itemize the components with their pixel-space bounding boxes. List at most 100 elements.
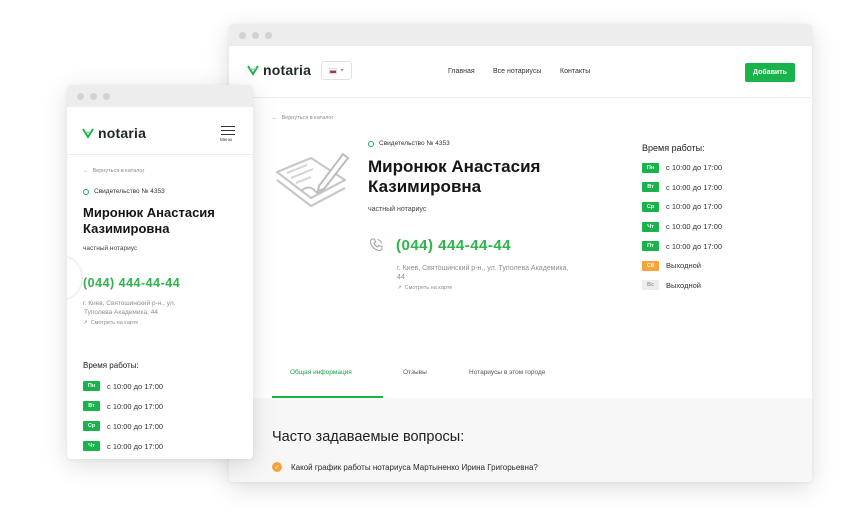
back-to-catalog-link[interactable]: ← Вернуться в каталог: [272, 115, 333, 121]
window-titlebar: [229, 24, 812, 46]
notary-name-line: Миронюк Анастасия: [368, 157, 541, 176]
hours-text: с 10:00 до 17:00: [107, 421, 164, 431]
address-line: г. Киев, Святошинский р-н., ул. Туполева…: [397, 265, 569, 272]
language-switcher[interactable]: ▾: [321, 61, 352, 80]
arrow-left-icon: ←: [272, 115, 278, 121]
notary-name: Миронюк Анастасия Казимировна: [368, 157, 540, 198]
hours-text: с 10:00 до 17:00: [666, 202, 723, 212]
hours-text: с 10:00 до 17:00: [107, 441, 164, 451]
map-link-label: Смотреть на карте: [90, 320, 139, 326]
status-dot-icon: [83, 188, 89, 195]
hours-text: с 10:00 до 17:00: [666, 182, 723, 192]
faq-question: Какой график работы нотариуса Мартыненко…: [291, 462, 538, 472]
tab-reviews[interactable]: Отзывы: [403, 369, 427, 376]
document-sign-icon: [275, 152, 350, 208]
menu-label[interactable]: Меню: [220, 137, 232, 142]
external-link-icon: ↗: [397, 285, 402, 291]
tab-notaries-in-city[interactable]: Нотариусы в этом городе: [469, 369, 545, 376]
certificate-number: Свидетельство № 4353: [368, 140, 450, 147]
hours-text: с 10:00 до 17:00: [107, 401, 164, 411]
window-dot: [265, 31, 272, 39]
external-link-icon: ↗: [83, 320, 88, 326]
window-dot: [252, 31, 259, 39]
day-badge: Сб: [642, 260, 659, 271]
chevron-down-icon: ▾: [340, 68, 344, 74]
day-badge: Ср: [642, 201, 659, 212]
notary-name: Миронюк Анастасия Казимировна: [83, 205, 215, 236]
active-tab-indicator: [272, 396, 383, 398]
day-badge: Вс: [642, 280, 659, 291]
leaf-logo-icon: [247, 64, 259, 76]
logo-text: notaria: [263, 62, 312, 78]
day-badge: Чт: [83, 441, 100, 451]
phone-number[interactable]: (044) 444-44-44: [396, 237, 511, 254]
arrow-left-icon: ←: [83, 168, 89, 174]
window-dot: [90, 92, 97, 100]
view-on-map-link[interactable]: ↗ Смотреть на карте: [397, 285, 452, 291]
notary-name-line: Миронюк Анастасия: [83, 205, 215, 220]
hours-row: Чт с 10:00 до 17:00: [83, 436, 163, 456]
day-badge: Пн: [642, 162, 659, 173]
hours-row: Пт с 10:00 до 17:00: [642, 236, 722, 256]
back-to-catalog-link[interactable]: ← Вернуться в каталог: [83, 168, 144, 174]
back-link-label: Вернуться в каталог: [281, 115, 334, 121]
day-badge: Вт: [642, 182, 659, 193]
address-line: г. Киев, Святошинский р-н., ул.: [83, 300, 176, 307]
site-logo[interactable]: notaria: [82, 125, 146, 141]
hours-row: Ср с 10:00 до 17:00: [642, 197, 722, 217]
faq-item[interactable]: ✓ Какой график работы нотариуса Мартынен…: [272, 462, 538, 472]
site-logo[interactable]: notaria: [247, 62, 311, 78]
day-badge: Ср: [83, 421, 100, 431]
mobile-browser-window: notaria Меню ← Вернуться в каталог Свиде…: [67, 85, 253, 459]
add-button[interactable]: Добавить: [745, 63, 795, 82]
hours-text: с 10:00 до 17:00: [107, 381, 164, 391]
day-badge: Пт: [642, 241, 659, 252]
address-line: Туполева Академика, 44: [84, 309, 158, 317]
hours-row: Вс Выходной: [642, 276, 722, 296]
certificate-label: Свидетельство № 4353: [94, 188, 165, 195]
leaf-logo-icon: [82, 127, 94, 139]
hours-text: с 10:00 до 17:00: [666, 241, 723, 251]
working-hours-title: Время работы:: [642, 143, 705, 153]
hours-row: Сб Выходной: [642, 256, 722, 276]
window-dot: [239, 31, 246, 39]
back-link-label: Вернуться в каталог: [92, 168, 145, 174]
hours-text: с 10:00 до 17:00: [666, 222, 723, 232]
tab-general-info[interactable]: Общая информация: [290, 369, 352, 376]
address: г. Киев, Святошинский р-н., ул. Туполева…: [397, 264, 568, 283]
day-badge: Пн: [83, 381, 100, 391]
window-titlebar: [67, 85, 253, 107]
decorative-arc: [67, 255, 83, 301]
hours-row: Вт с 10:00 до 17:00: [83, 396, 163, 416]
notary-role: частный нотариус: [368, 206, 427, 213]
question-icon: ✓: [272, 462, 282, 472]
phone-number[interactable]: (044) 444-44-44: [83, 276, 180, 290]
notary-name-line: Казимировна: [368, 177, 482, 197]
hours-text: с 10:00 до 17:00: [666, 163, 723, 173]
day-badge: Вт: [83, 401, 100, 411]
address-line: 44: [397, 274, 405, 282]
hours-text: Выходной: [666, 261, 701, 271]
nav-link-contacts[interactable]: Контакты: [560, 68, 590, 75]
certificate-number: Свидетельство № 4353: [83, 188, 165, 195]
nav-link-home[interactable]: Главная: [448, 68, 475, 75]
flag-icon: [329, 67, 338, 74]
notary-name-line: Казимировна: [83, 220, 170, 236]
map-link-label: Смотреть на карте: [404, 285, 453, 291]
window-dot: [77, 92, 84, 100]
mobile-header: notaria Меню: [67, 107, 253, 155]
view-on-map-link[interactable]: ↗ Смотреть на карте: [83, 320, 138, 326]
desktop-browser-window: notaria ▾ Главная Все нотариусы Контакты…: [229, 24, 812, 482]
hours-row: Вт с 10:00 до 17:00: [642, 178, 722, 198]
faq-title: Часто задаваемые вопросы:: [272, 429, 465, 445]
address: г. Киев, Святошинский р-н., ул. Туполева…: [83, 299, 176, 317]
hours-row: Чт с 10:00 до 17:00: [642, 217, 722, 237]
hours-row: Пн с 10:00 до 17:00: [642, 158, 722, 178]
logo-text: notaria: [98, 125, 147, 141]
nav-link-all-notaries[interactable]: Все нотариусы: [493, 68, 541, 75]
hours-row: Ср с 10:00 до 17:00: [83, 416, 163, 436]
phone-icon: [369, 238, 383, 252]
certificate-label: Свидетельство № 4353: [379, 140, 450, 147]
day-badge: Чт: [642, 221, 659, 232]
hours-row: Пн с 10:00 до 17:00: [83, 376, 163, 396]
